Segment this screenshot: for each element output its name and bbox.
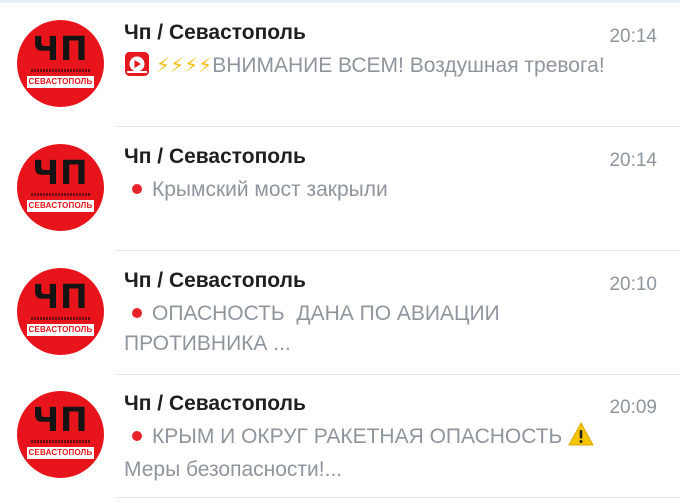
chat-time: 20:10 <box>609 274 657 295</box>
avatar-logo-text: ЧП <box>32 153 89 192</box>
chat-time: 20:09 <box>609 397 657 418</box>
avatar-logo-text: ЧП <box>32 400 89 439</box>
lightning-icon: ⚡ <box>156 55 171 77</box>
chat-title: Чп / Севастополь <box>124 21 306 44</box>
row-divider <box>116 497 680 498</box>
chat-row[interactable]: ЧП СЕВАСТОПОЛЬ Чп / Севастополь 20:09 КР… <box>0 374 680 498</box>
chat-title: Чп / Севастополь <box>124 392 306 415</box>
lightning-icon: ⚡ <box>184 55 199 77</box>
chat-preview-text: Крымский мост закрыли <box>152 178 388 201</box>
avatar-logo-text: ЧП <box>32 277 89 316</box>
avatar-logo-stripe <box>31 440 90 443</box>
chat-title: Чп / Севастополь <box>124 145 306 168</box>
chat-preview-line: КРЫМ И ОКРУГ РАКЕТНАЯ ОПАСНОСТЬ <box>124 421 624 455</box>
chat-row[interactable]: ЧП СЕВАСТОПОЛЬ Чп / Севастополь 20:14 ⚡⚡… <box>0 3 680 127</box>
chat-preview-text: КРЫМ И ОКРУГ РАКЕТНАЯ ОПАСНОСТЬ <box>152 425 563 448</box>
red-circle-icon <box>132 431 142 442</box>
avatar-logo-stripe <box>31 193 90 196</box>
avatar[interactable]: ЧП СЕВАСТОПОЛЬ <box>17 20 104 107</box>
chat-preview: КРЫМ И ОКРУГ РАКЕТНАЯ ОПАСНОСТЬ Меры без… <box>124 421 624 485</box>
chat-time: 20:14 <box>609 26 657 47</box>
avatar[interactable]: ЧП СЕВАСТОПОЛЬ <box>17 268 104 355</box>
avatar-logo-stripe <box>31 69 90 72</box>
chat-preview-text: ОПАСНОСТЬ ДАНА ПО АВИАЦИИ ПРОТИВНИКА ... <box>124 302 506 355</box>
avatar-logo-city: СЕВАСТОПОЛЬ <box>27 447 94 459</box>
lightning-icon: ⚡ <box>170 55 185 77</box>
chat-list: ЧП СЕВАСТОПОЛЬ Чп / Севастополь 20:14 ⚡⚡… <box>0 0 680 503</box>
chat-row[interactable]: ЧП СЕВАСТОПОЛЬ Чп / Севастополь 20:10 ОП… <box>0 251 680 375</box>
avatar-logo-text: ЧП <box>32 29 89 68</box>
chat-title: Чп / Севастополь <box>124 269 306 292</box>
chat-preview-line2: Меры безопасности!... <box>124 458 343 481</box>
warning-icon <box>568 421 595 455</box>
lightning-icon: ⚡ <box>198 55 213 77</box>
chat-row[interactable]: ЧП СЕВАСТОПОЛЬ Чп / Севастополь 20:14 Кр… <box>0 127 680 251</box>
chat-preview-text: ВНИМАНИЕ ВСЕМ! Воздушная тревога! <box>212 54 605 77</box>
avatar-logo-city: СЕВАСТОПОЛЬ <box>27 200 94 212</box>
play-badge-icon <box>124 51 150 86</box>
avatar-logo-stripe <box>31 317 90 320</box>
chat-preview: ОПАСНОСТЬ ДАНА ПО АВИАЦИИ ПРОТИВНИКА ... <box>124 299 564 359</box>
red-circle-icon <box>132 308 142 319</box>
chat-preview: Крымский мост закрыли <box>124 175 624 205</box>
avatar[interactable]: ЧП СЕВАСТОПОЛЬ <box>17 144 104 231</box>
avatar-logo-city: СЕВАСТОПОЛЬ <box>27 76 94 88</box>
chat-preview: ⚡⚡⚡⚡ВНИМАНИЕ ВСЕМ! Воздушная тревога! <box>124 51 624 86</box>
chat-time: 20:14 <box>609 150 657 171</box>
red-circle-icon <box>132 184 142 195</box>
avatar-logo-city: СЕВАСТОПОЛЬ <box>27 324 94 336</box>
avatar[interactable]: ЧП СЕВАСТОПОЛЬ <box>17 391 104 478</box>
